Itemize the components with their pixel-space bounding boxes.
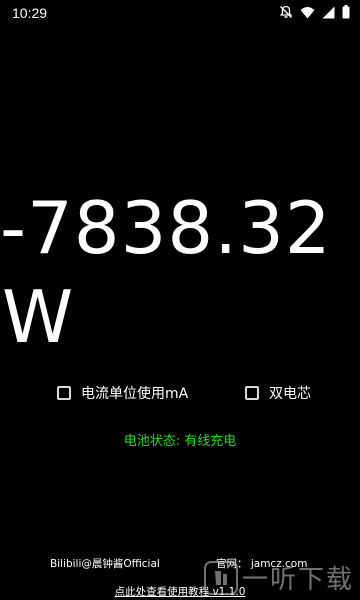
battery-icon bbox=[342, 5, 350, 19]
power-reading-unit: W bbox=[2, 275, 74, 359]
status-time: 10:29 bbox=[12, 5, 48, 21]
notifications-off-icon bbox=[279, 5, 293, 19]
watermark: 一听下载 bbox=[203, 559, 354, 596]
battery-status-text: 电池状态: 有线充电 bbox=[123, 434, 237, 449]
status-bar: 10:29 bbox=[0, 0, 360, 26]
wifi-icon bbox=[300, 6, 315, 19]
watermark-logo-icon bbox=[203, 560, 238, 595]
cellular-signal-icon bbox=[322, 6, 335, 19]
current-unit-ma-label: 电流单位使用mA bbox=[81, 386, 189, 402]
footer-credit: Bilibili@晨钟酱Official bbox=[50, 558, 160, 570]
status-icons bbox=[279, 5, 350, 19]
checkbox-box[interactable] bbox=[245, 386, 259, 400]
dual-cell-label: 双电芯 bbox=[269, 386, 311, 402]
dual-cell-checkbox[interactable]: 双电芯 bbox=[245, 383, 311, 403]
current-unit-ma-checkbox[interactable]: 电流单位使用mA bbox=[57, 383, 188, 403]
checkbox-box[interactable] bbox=[57, 386, 71, 400]
power-reading-value: -7838.32 bbox=[0, 186, 332, 270]
watermark-text: 一听下载 bbox=[241, 565, 354, 595]
